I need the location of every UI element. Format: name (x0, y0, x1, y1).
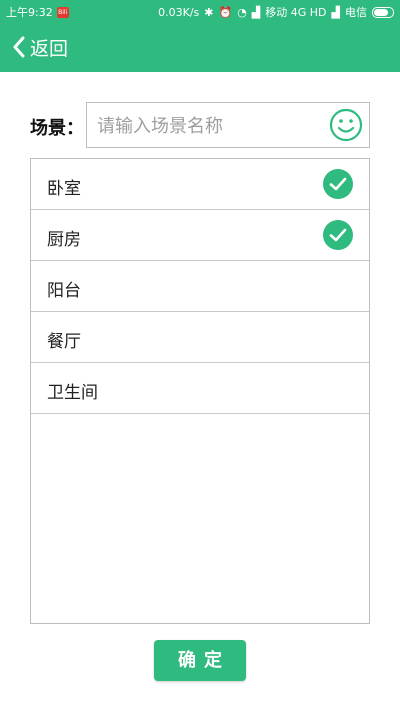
back-button[interactable]: 返回 (12, 34, 68, 60)
room-item-balcony[interactable]: 阳台 (31, 261, 369, 312)
bluetooth-icon: ✱ (204, 5, 214, 19)
back-label: 返回 (30, 37, 69, 60)
notification-badge: Bili (56, 6, 69, 18)
chevron-left-icon (13, 36, 25, 58)
room-item-bedroom[interactable]: 卧室 (31, 159, 369, 210)
scene-input-container (86, 102, 370, 148)
app-header: 上午9:32 Bili 0.03K/s ✱ ⏰ ◔ ▟ 移动 4G HD ▟ 电… (0, 0, 400, 72)
scene-label: 场景： (30, 118, 84, 139)
status-time: 上午9:32 (6, 6, 53, 19)
battery-icon (372, 6, 394, 18)
scene-name-input[interactable] (95, 109, 319, 143)
wifi-icon: ◔ (237, 5, 247, 19)
check-circle-icon (323, 169, 353, 199)
room-label: 厨房 (47, 230, 81, 250)
check-circle-icon (323, 220, 353, 250)
signal-icon: ▟ (251, 5, 261, 19)
signal-icon: ▟ (331, 5, 340, 19)
room-label: 卧室 (47, 179, 81, 199)
carrier-secondary: 电信 (345, 6, 367, 19)
room-item-dining-room[interactable]: 餐厅 (31, 312, 369, 363)
room-label: 阳台 (47, 281, 81, 301)
room-label: 卫生间 (47, 383, 98, 403)
room-item-bathroom[interactable]: 卫生间 (31, 363, 369, 414)
scene-name-row: 场景： (30, 102, 370, 148)
room-list: 卧室 厨房 阳台 餐厅 卫生间 (30, 158, 370, 624)
room-label: 餐厅 (47, 332, 81, 352)
carrier-primary: 移动 4G HD (265, 6, 327, 19)
room-item-kitchen[interactable]: 厨房 (31, 210, 369, 261)
alarm-icon: ⏰ (218, 5, 233, 19)
network-speed: 0.03K/s (158, 5, 200, 19)
smile-icon[interactable] (329, 108, 363, 142)
confirm-button[interactable]: 确定 (154, 640, 246, 681)
status-bar: 上午9:32 Bili 0.03K/s ✱ ⏰ ◔ ▟ 移动 4G HD ▟ 电… (0, 0, 400, 22)
